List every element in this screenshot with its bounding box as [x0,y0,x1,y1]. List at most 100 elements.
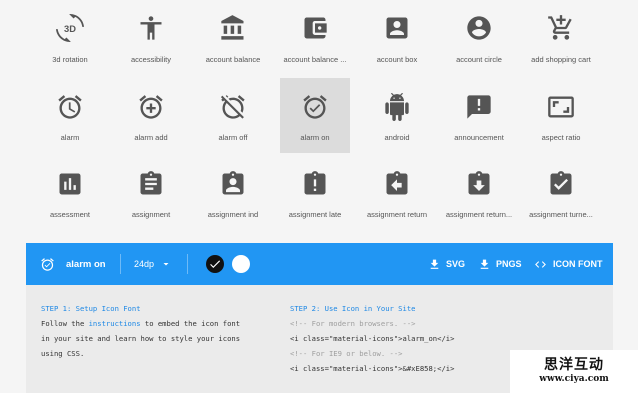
icon-cell-assignment-returned[interactable]: assignment return... [444,155,514,230]
icon-cell-add-shopping-cart[interactable]: add shopping cart [526,0,596,75]
assignment-returned-icon [468,171,490,195]
icon-label: 3d rotation [52,55,88,64]
pngs-label: PNGS [496,259,522,269]
icon-cell-alarm-off[interactable]: alarm off [198,78,268,153]
assessment-icon [59,173,81,195]
chevron-down-icon [163,263,169,266]
announcement-icon [467,95,491,119]
icon-label: assignment turne... [529,210,593,219]
icon-cell-account-balance-wallet[interactable]: account balance ... [280,0,350,75]
check-icon [210,260,221,268]
assignment-return-icon [386,171,408,195]
account-circle-icon [467,16,491,40]
svg-label: SVG [446,259,466,269]
download-svg-button[interactable]: SVG [428,243,465,285]
icon-label: alarm on [300,133,330,142]
icon-label: assignment return... [445,210,513,219]
icon-cell-assignment-return[interactable]: assignment return [362,155,432,230]
icon-label: aspect ratio [541,133,581,142]
icon-cell-android[interactable]: android [362,78,432,153]
icon-cell-assignment-ind[interactable]: assignment ind [198,155,268,230]
watermark-url: www.ciya.com [539,374,609,384]
step1-line3: using CSS. [41,349,85,358]
instructions-link[interactable]: instructions [89,319,141,328]
assignment-ind-icon [222,171,244,195]
divider [187,254,188,274]
step1-title: STEP 1: Setup Icon Font [41,304,141,313]
account-balance-wallet-icon [304,17,327,39]
icon-label: add shopping cart [531,55,591,64]
code-comment: <!-- For IE9 or below. --> [290,349,403,358]
assignment-turned-in-icon [550,171,572,195]
icon-label: alarm [60,133,80,142]
icon-cell-assessment[interactable]: assessment [35,155,105,230]
download-pngs-button[interactable]: PNGS [478,243,522,285]
icon-cell-account-balance[interactable]: account balance [198,0,268,75]
icon-label: account circle [456,55,502,64]
icon-label: account box [376,55,418,64]
code-line: <i class="material-icons">alarm_on</i> [290,334,455,343]
code-line: <i class="material-icons">&#xE858;</i> [290,364,455,373]
icon-label: account balance ... [283,55,347,64]
step1-text-b: to embed the icon font [140,319,241,328]
icon-label: assignment ind [207,210,259,219]
step1-text-a: Follow the [41,319,89,328]
icon-label: alarm add [134,133,168,142]
step2-title: STEP 2: Use Icon in Your Site [290,304,416,313]
step1-line2: in your site and learn how to style your… [41,334,241,343]
3d-rotation-icon: 3D [56,14,84,42]
download-icon [480,259,489,269]
icon-label: announcement [454,133,504,142]
alarm-on-icon [41,257,54,271]
color-swatch-white[interactable] [232,255,250,273]
account-balance-icon [221,15,244,40]
selected-icon-name: alarm on [66,258,106,270]
alarm-icon [58,95,82,119]
assignment-icon [140,171,162,195]
accessibility-icon [140,16,162,40]
android-icon [385,93,409,121]
icon-label: account balance [205,55,261,64]
icon-label: assignment [131,210,171,219]
svg-text:3D: 3D [64,24,76,34]
icon-cell-account-circle[interactable]: account circle [444,0,514,75]
icon-grid: 3D 3d rotation accessibility account bal… [26,0,616,240]
assignment-late-icon [304,171,326,195]
size-value: 24dp [134,259,155,269]
divider [120,254,121,274]
alarm-off-icon [220,95,245,119]
icon-cell-aspect-ratio[interactable]: aspect ratio [526,78,596,153]
icon-font-label: ICON FONT [553,259,603,269]
icon-cell-alarm[interactable]: alarm [35,78,105,153]
icon-label: assessment [49,210,91,219]
icon-cell-assignment-turned-in[interactable]: assignment turne... [526,155,596,230]
icon-font-button[interactable]: ICON FONT [534,243,603,285]
download-icon [430,259,439,269]
icon-label: alarm off [218,133,248,142]
alarm-add-icon [139,95,163,119]
step1-text: Follow the instructions to embed the ico… [41,316,296,331]
icon-label: android [384,133,410,142]
watermark: 思洋互动 www.ciya.com [510,350,638,393]
step1-section: STEP 1: Setup Icon Font Follow the instr… [41,301,296,361]
icon-cell-3d-rotation[interactable]: 3D 3d rotation [35,0,105,75]
code-comment: <!-- For modern browsers. --> [290,319,416,328]
icon-cell-alarm-add[interactable]: alarm add [116,78,186,153]
icon-label: assignment late [288,210,342,219]
icon-cell-alarm-on[interactable]: alarm on [280,78,350,153]
icon-cell-accessibility[interactable]: accessibility [116,0,186,75]
icon-cell-assignment[interactable]: assignment [116,155,186,230]
alarm-on-icon [303,95,327,119]
size-select[interactable]: 24dp [134,243,172,285]
code-icon [535,260,546,268]
aspect-ratio-icon [548,96,574,118]
icon-detail-toolbar: alarm on 24dp SVG PNGS ICON FONT [26,243,613,285]
icon-cell-announcement[interactable]: announcement [444,78,514,153]
color-swatch-black[interactable] [206,255,224,273]
icon-cell-assignment-late[interactable]: assignment late [280,155,350,230]
account-box-icon [386,17,408,39]
watermark-title: 思洋互动 [544,357,604,373]
add-shopping-cart-icon [548,15,572,40]
icon-cell-account-box[interactable]: account box [362,0,432,75]
step2-section: STEP 2: Use Icon in Your Site <!-- For m… [290,301,545,376]
